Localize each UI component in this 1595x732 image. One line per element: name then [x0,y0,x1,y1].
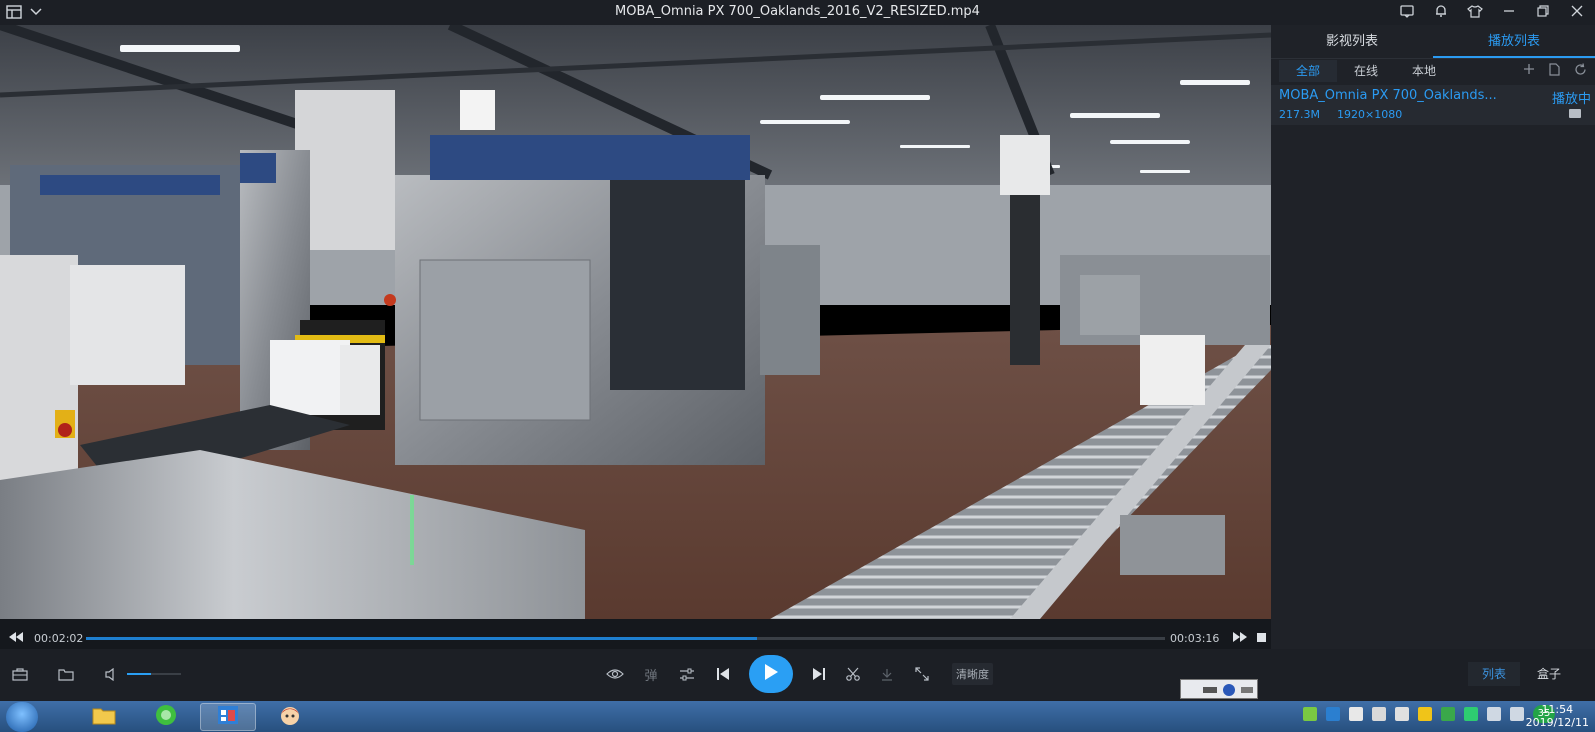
clock[interactable]: 11:54 2019/12/11 [1526,703,1589,729]
wechat-icon[interactable] [1464,707,1478,721]
stop-icon[interactable] [1252,627,1270,647]
download-icon[interactable] [876,663,898,685]
speaker-icon[interactable] [1510,707,1524,721]
progress-row: 00:02:02 00:03:16 [0,629,1271,649]
panel-subtabs: 全部 在线 本地 [1271,59,1595,83]
progress-fill [86,637,758,640]
fast-forward-icon[interactable] [1230,627,1250,647]
folder-icon [92,705,116,729]
clock-date: 2019/12/11 [1525,716,1589,729]
playlist-item-name: MOBA_Omnia PX 700_Oaklands... [1279,88,1497,103]
current-time: 00:02:02 [34,632,84,645]
taskbar-app[interactable] [262,703,318,731]
add-icon[interactable] [1523,63,1535,79]
device-icon[interactable] [1372,707,1386,721]
settings-sliders-icon[interactable] [676,663,698,685]
folder-open-icon[interactable] [55,663,77,685]
control-bar: 弹 清晰度 列表 盒子 [0,649,1595,701]
previous-icon[interactable] [712,663,734,685]
security-shield-icon[interactable] [1441,707,1455,721]
qq-icon[interactable] [1418,707,1432,721]
signal-icon[interactable] [1487,707,1501,721]
browser-icon [155,704,177,730]
minimize-icon[interactable] [1501,3,1517,19]
playlist-item-status: 播放中 [1551,92,1591,107]
shirt-icon[interactable] [1467,3,1483,19]
chat-icon[interactable] [1399,3,1415,19]
video-player-icon [217,705,239,729]
tab-video-list[interactable]: 影视列表 [1271,25,1433,58]
rewind-icon[interactable] [6,627,26,647]
tab-playlist[interactable]: 播放列表 [1433,25,1595,58]
list-button[interactable]: 列表 [1468,662,1520,686]
player-window: MOBA_Omnia PX 700_Oaklands_2016_V2_RESIZ… [0,0,1595,732]
progress-bar[interactable] [86,637,1165,640]
tray-popup[interactable] [1180,679,1258,699]
danmaku-icon[interactable]: 弹 [640,663,662,685]
title-bar: MOBA_Omnia PX 700_Oaklands_2016_V2_RESIZ… [0,0,1595,25]
taskbar: 35 11:54 2019/12/11 [0,701,1595,732]
network-share-icon[interactable] [1349,707,1363,721]
panel-tabs: 影视列表 播放列表 [1271,25,1595,59]
volume-slider[interactable] [127,673,181,675]
restore-icon[interactable] [1535,3,1551,19]
subtab-all[interactable]: 全部 [1279,60,1337,82]
clock-time: 11:54 [1541,703,1574,716]
file-icon[interactable] [1549,63,1560,79]
app-tray-icon[interactable] [1326,707,1340,721]
printer-icon[interactable] [1395,707,1409,721]
scissors-icon[interactable] [842,663,864,685]
subtab-online[interactable]: 在线 [1337,60,1395,82]
refresh-icon[interactable] [1574,63,1587,79]
playlist-item-resolution: 1920×1080 [1337,108,1403,121]
next-icon[interactable] [808,663,830,685]
video-frame[interactable] [0,25,1271,619]
box-button[interactable]: 盒子 [1524,662,1574,686]
battery-icon[interactable] [1303,707,1317,721]
quality-button[interactable]: 清晰度 [952,663,993,685]
cartoon-avatar-icon [278,704,302,730]
volume-fill [127,673,152,675]
taskbar-explorer[interactable] [76,703,132,731]
window-title: MOBA_Omnia PX 700_Oaklands_2016_V2_RESIZ… [615,4,980,19]
video-scene [0,25,1271,619]
eye-icon[interactable] [604,663,626,685]
subtab-local[interactable]: 本地 [1395,60,1453,82]
panel-actions [1523,63,1587,79]
playlist-item[interactable]: MOBA_Omnia PX 700_Oaklands... 播放中 217.3M… [1271,85,1595,125]
title-bar-right [1399,3,1585,19]
play-button[interactable] [749,655,793,693]
system-tray: 35 [1303,705,1555,723]
close-icon[interactable] [1569,3,1585,19]
total-time: 00:03:16 [1170,632,1220,645]
toolbox-icon[interactable] [9,663,31,685]
fullscreen-icon[interactable] [911,663,933,685]
start-button[interactable] [6,702,38,732]
bell-icon[interactable] [1433,3,1449,19]
taskbar-video-player[interactable] [200,703,256,731]
folder-icon[interactable] [1569,109,1581,118]
playlist-panel: 影视列表 播放列表 全部 在线 本地 MOBA_Omnia PX 700_Oak… [1271,25,1595,649]
taskbar-browser[interactable] [138,703,194,731]
volume-icon[interactable] [101,663,123,685]
tray-popup-icons [1203,684,1253,696]
play-icon [763,663,779,685]
playlist-item-size: 217.3M [1279,108,1320,121]
